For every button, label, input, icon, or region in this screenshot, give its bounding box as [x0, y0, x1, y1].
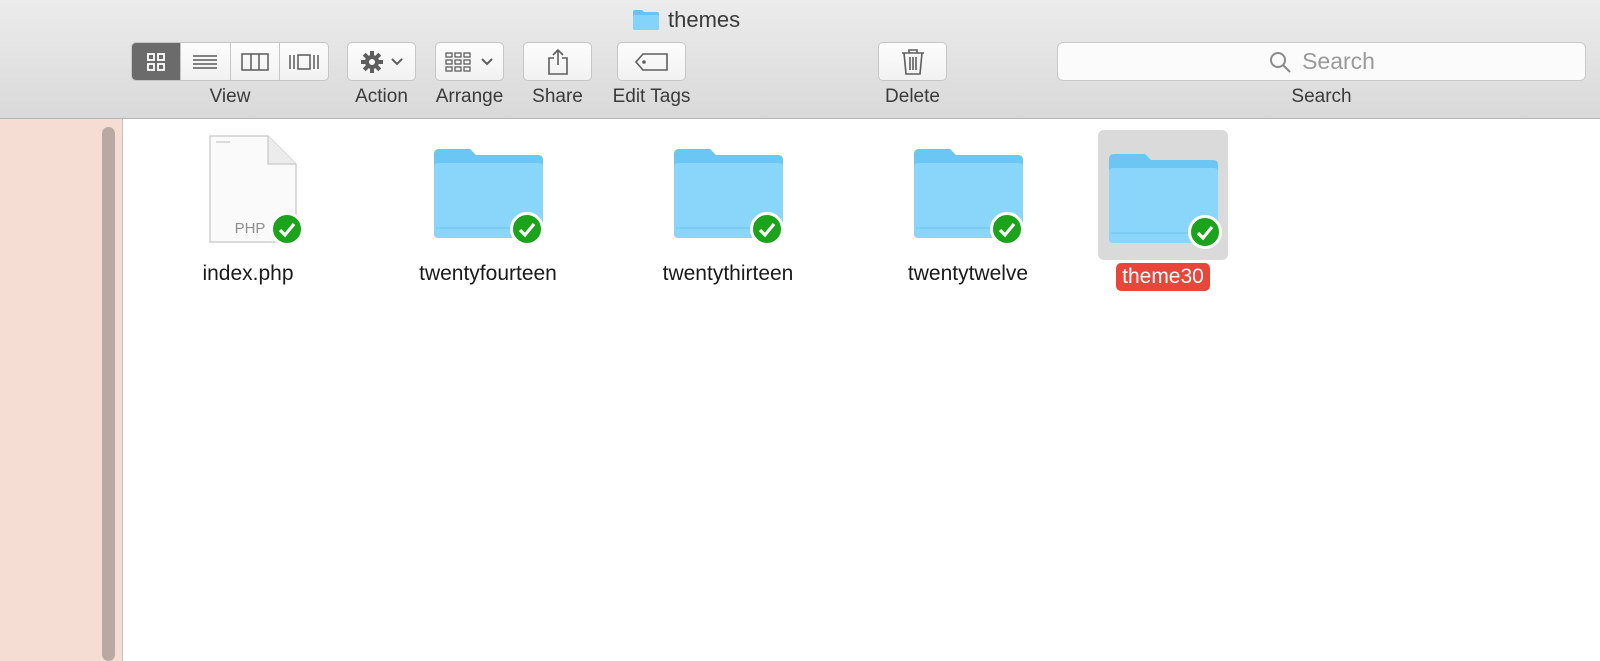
icon-view-button[interactable] [132, 43, 182, 80]
folder-item-twentythirteen[interactable]: twentythirteen [628, 130, 828, 300]
sidebar-scrollbar[interactable] [102, 127, 115, 661]
column-view-button[interactable] [231, 43, 280, 80]
trash-icon [901, 48, 924, 75]
list-view-button[interactable] [181, 43, 231, 80]
gear-icon [360, 50, 403, 73]
folder-item-theme30[interactable]: theme30 [1063, 130, 1263, 300]
folder-icon [633, 10, 659, 30]
toolbar: themes View Action Arrange Share Edit Ta… [0, 0, 1600, 119]
chevron-down-icon [480, 57, 493, 65]
window-title-text: themes [668, 7, 741, 32]
synced-check-icon [990, 212, 1024, 246]
chevron-down-icon [390, 57, 403, 65]
folder-name: twentyfourteen [419, 262, 557, 285]
list-icon [193, 54, 218, 69]
action-label: Action [355, 86, 408, 107]
share-label: Share [532, 86, 583, 107]
folder-name: twentythirteen [662, 262, 794, 285]
window-title: themes [632, 5, 740, 35]
arrange-label: Arrange [435, 86, 504, 107]
share-icon [547, 48, 568, 75]
columns-icon [240, 52, 269, 71]
delete-button[interactable] [878, 42, 947, 81]
search-icon [1270, 51, 1291, 73]
file-item-index-php[interactable]: PHP index.php [148, 130, 348, 300]
file-name: index.php [202, 262, 294, 285]
selected-folder-label: theme30 [1116, 263, 1210, 291]
folder-name: twentytwelve [907, 262, 1029, 285]
synced-check-icon [750, 212, 784, 246]
search-placeholder: Search [1302, 48, 1375, 74]
synced-check-icon [510, 212, 544, 246]
arrange-grid-icon [444, 51, 493, 72]
folder-item-twentyfourteen[interactable]: twentyfourteen [388, 130, 588, 300]
edit-tags-button[interactable] [617, 42, 686, 81]
view-label: View [209, 86, 251, 107]
cover-flow-icon [289, 53, 319, 70]
edit-tags-label: Edit Tags [612, 86, 691, 107]
folder-item-twentytwelve[interactable]: twentytwelve [868, 130, 1068, 300]
synced-check-icon [270, 212, 304, 246]
share-button[interactable] [523, 42, 592, 81]
search-input[interactable]: Search [1057, 42, 1586, 81]
folder-name: theme30 [1063, 263, 1263, 291]
cover-flow-view-button[interactable] [280, 43, 328, 80]
arrange-button[interactable] [435, 42, 504, 81]
view-mode-control[interactable] [131, 42, 329, 81]
php-badge-text: PHP [235, 220, 266, 237]
action-button[interactable] [347, 42, 416, 81]
delete-label: Delete [885, 86, 940, 107]
tag-icon [634, 52, 668, 71]
search-label: Search [1291, 86, 1352, 107]
icon-grid-icon [147, 52, 166, 71]
synced-check-icon [1188, 215, 1222, 249]
